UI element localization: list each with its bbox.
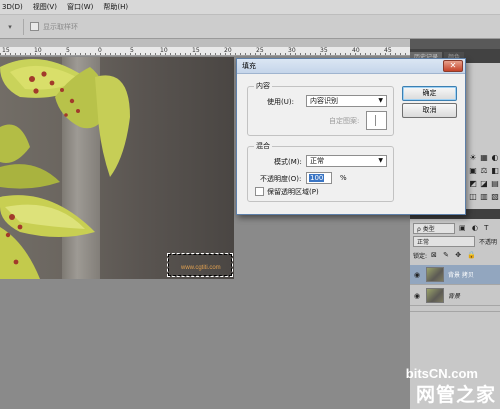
ruler-tick-label: 40 (352, 47, 360, 54)
layer-filter-select[interactable]: ρ 类型 (413, 222, 455, 234)
opacity-unit: % (340, 174, 347, 182)
horizontal-ruler: 15 10 5 0 5 10 15 20 25 30 35 40 45 (0, 47, 410, 56)
brightness-icon[interactable]: ☀ (468, 153, 478, 163)
adjustment-icons-grid: ☀ ▦ ◐ ▣ ⚖ ◧ ◩ ◪ ▤ ◫ ▥ ▧ (468, 153, 500, 202)
fill-dialog: 填充 ✕ 内容 使用(U): 内容识别 ▼ 自定图案: 混合 模式(M): 正常… (236, 58, 466, 215)
logo-chinese-text: 网管之家 (415, 384, 496, 406)
ruler-tick-label: 20 (224, 47, 232, 54)
opacity-label: 不透明度(O): (260, 175, 302, 183)
layer-thumbnail (426, 267, 444, 282)
preserve-transparency-checkbox[interactable] (255, 187, 264, 196)
opacity-input[interactable]: 100 (306, 172, 332, 184)
ruler-tick-label: 45 (384, 47, 392, 54)
layer-thumbnail (426, 288, 444, 303)
layer-opacity-label: 不透明 (479, 238, 498, 246)
curves-icon[interactable]: ◐ (490, 153, 500, 163)
menu-view[interactable]: 视图(V) (33, 2, 57, 12)
chevron-down-icon: ▼ (378, 97, 383, 104)
content-group-label: 内容 (254, 81, 272, 91)
levels-icon[interactable]: ▦ (479, 153, 489, 163)
custom-pattern-label: 自定图案: (329, 117, 360, 125)
tool-preset-chevron-icon[interactable]: ▾ (3, 20, 17, 34)
ruler-tick-label: 10 (34, 47, 42, 54)
blending-group-label: 混合 (254, 141, 272, 151)
ok-button[interactable]: 确定 (402, 86, 457, 101)
menu-window[interactable]: 窗口(W) (67, 2, 93, 12)
use-label: 使用(U): (267, 98, 294, 106)
visibility-eye-icon[interactable]: ◉ (410, 292, 424, 300)
ruler-tick-label: 5 (130, 47, 134, 54)
custom-pattern-picker (366, 111, 387, 130)
chevron-down-icon: ▼ (378, 157, 383, 164)
ruler-tick-label: 25 (256, 47, 264, 54)
layer-filter-icons[interactable]: ▣ ◐ T (459, 224, 490, 232)
orchid-flower-image (0, 59, 130, 279)
ruler-tick-label: 15 (2, 47, 10, 54)
photo-watermark-text: www.cgtiti.com (181, 265, 221, 271)
ruler-tick-label: 30 (288, 47, 296, 54)
opacity-value: 100 (309, 174, 325, 182)
ruler-tick-label: 5 (66, 47, 70, 54)
black-white-icon[interactable]: ◧ (490, 166, 500, 176)
canvas-image[interactable] (0, 57, 234, 279)
menu-help[interactable]: 帮助(H) (103, 2, 128, 12)
document-tab-bar (0, 39, 410, 47)
show-sampling-ring-label: 显示取样环 (43, 22, 78, 31)
mode-label: 模式(M): (274, 158, 302, 166)
visibility-eye-icon[interactable]: ◉ (410, 271, 424, 279)
threshold-icon[interactable]: ▧ (490, 192, 500, 202)
menu-bar: 3D(D) 视图(V) 窗口(W) 帮助(H) (0, 0, 500, 14)
layer-name: 背景 (448, 293, 461, 300)
posterize-icon[interactable]: ▥ (479, 192, 489, 202)
blend-mode-select[interactable]: 正常 (413, 235, 475, 247)
channel-mixer-icon[interactable]: ◪ (479, 179, 489, 189)
use-select[interactable]: 内容识别 ▼ (306, 95, 387, 107)
lock-row: 锁定: ⊠ ✎ ✥ 🔒 (410, 248, 500, 262)
layer-row[interactable]: ◉ 背景 拷贝 (410, 265, 500, 285)
invert-icon[interactable]: ◫ (468, 192, 478, 202)
color-balance-icon[interactable]: ⚖ (479, 166, 489, 176)
color-lookup-icon[interactable]: ▤ (490, 179, 500, 189)
ruler-tick-label: 15 (192, 47, 200, 54)
layers-panel: ρ 类型 ▣ ◐ T 正常 不透明 锁定: ⊠ ✎ ✥ 🔒 ◉ 背景 拷贝 ◉ … (410, 219, 500, 311)
blend-row: 正常 不透明 (410, 234, 500, 248)
cancel-button[interactable]: 取消 (402, 103, 457, 118)
site-logo: bitsCN.com 网管之家 (388, 365, 500, 409)
ruler-tick-label: 10 (160, 47, 168, 54)
options-bar: ▾ 显示取样环 (0, 14, 500, 39)
lock-label: 锁定: (413, 252, 428, 260)
ruler-tick-label: 0 (98, 47, 102, 54)
mode-select-value: 正常 (310, 157, 324, 165)
close-icon[interactable]: ✕ (443, 60, 463, 72)
layer-row[interactable]: ◉ 背景 (410, 286, 500, 306)
dialog-title: 填充 (242, 62, 256, 70)
ruler-tick-label: 35 (320, 47, 328, 54)
layer-filter-row: ρ 类型 ▣ ◐ T (410, 221, 500, 235)
show-sampling-ring-checkbox[interactable] (30, 22, 39, 31)
logo-domain-text: bitsCN.com (405, 366, 478, 381)
preserve-transparency-label: 保留透明区域(P) (267, 188, 319, 196)
use-select-value: 内容识别 (310, 97, 338, 105)
dialog-titlebar[interactable]: 填充 ✕ (237, 59, 465, 74)
lock-icons[interactable]: ⊠ ✎ ✥ 🔒 (431, 251, 478, 259)
photo-filter-icon[interactable]: ◩ (468, 179, 478, 189)
options-separator (23, 18, 24, 35)
layer-name: 背景 拷贝 (448, 272, 474, 279)
menu-3d[interactable]: 3D(D) (2, 3, 23, 11)
mode-select[interactable]: 正常 ▼ (306, 155, 387, 167)
exposure-icon[interactable]: ▣ (468, 166, 478, 176)
